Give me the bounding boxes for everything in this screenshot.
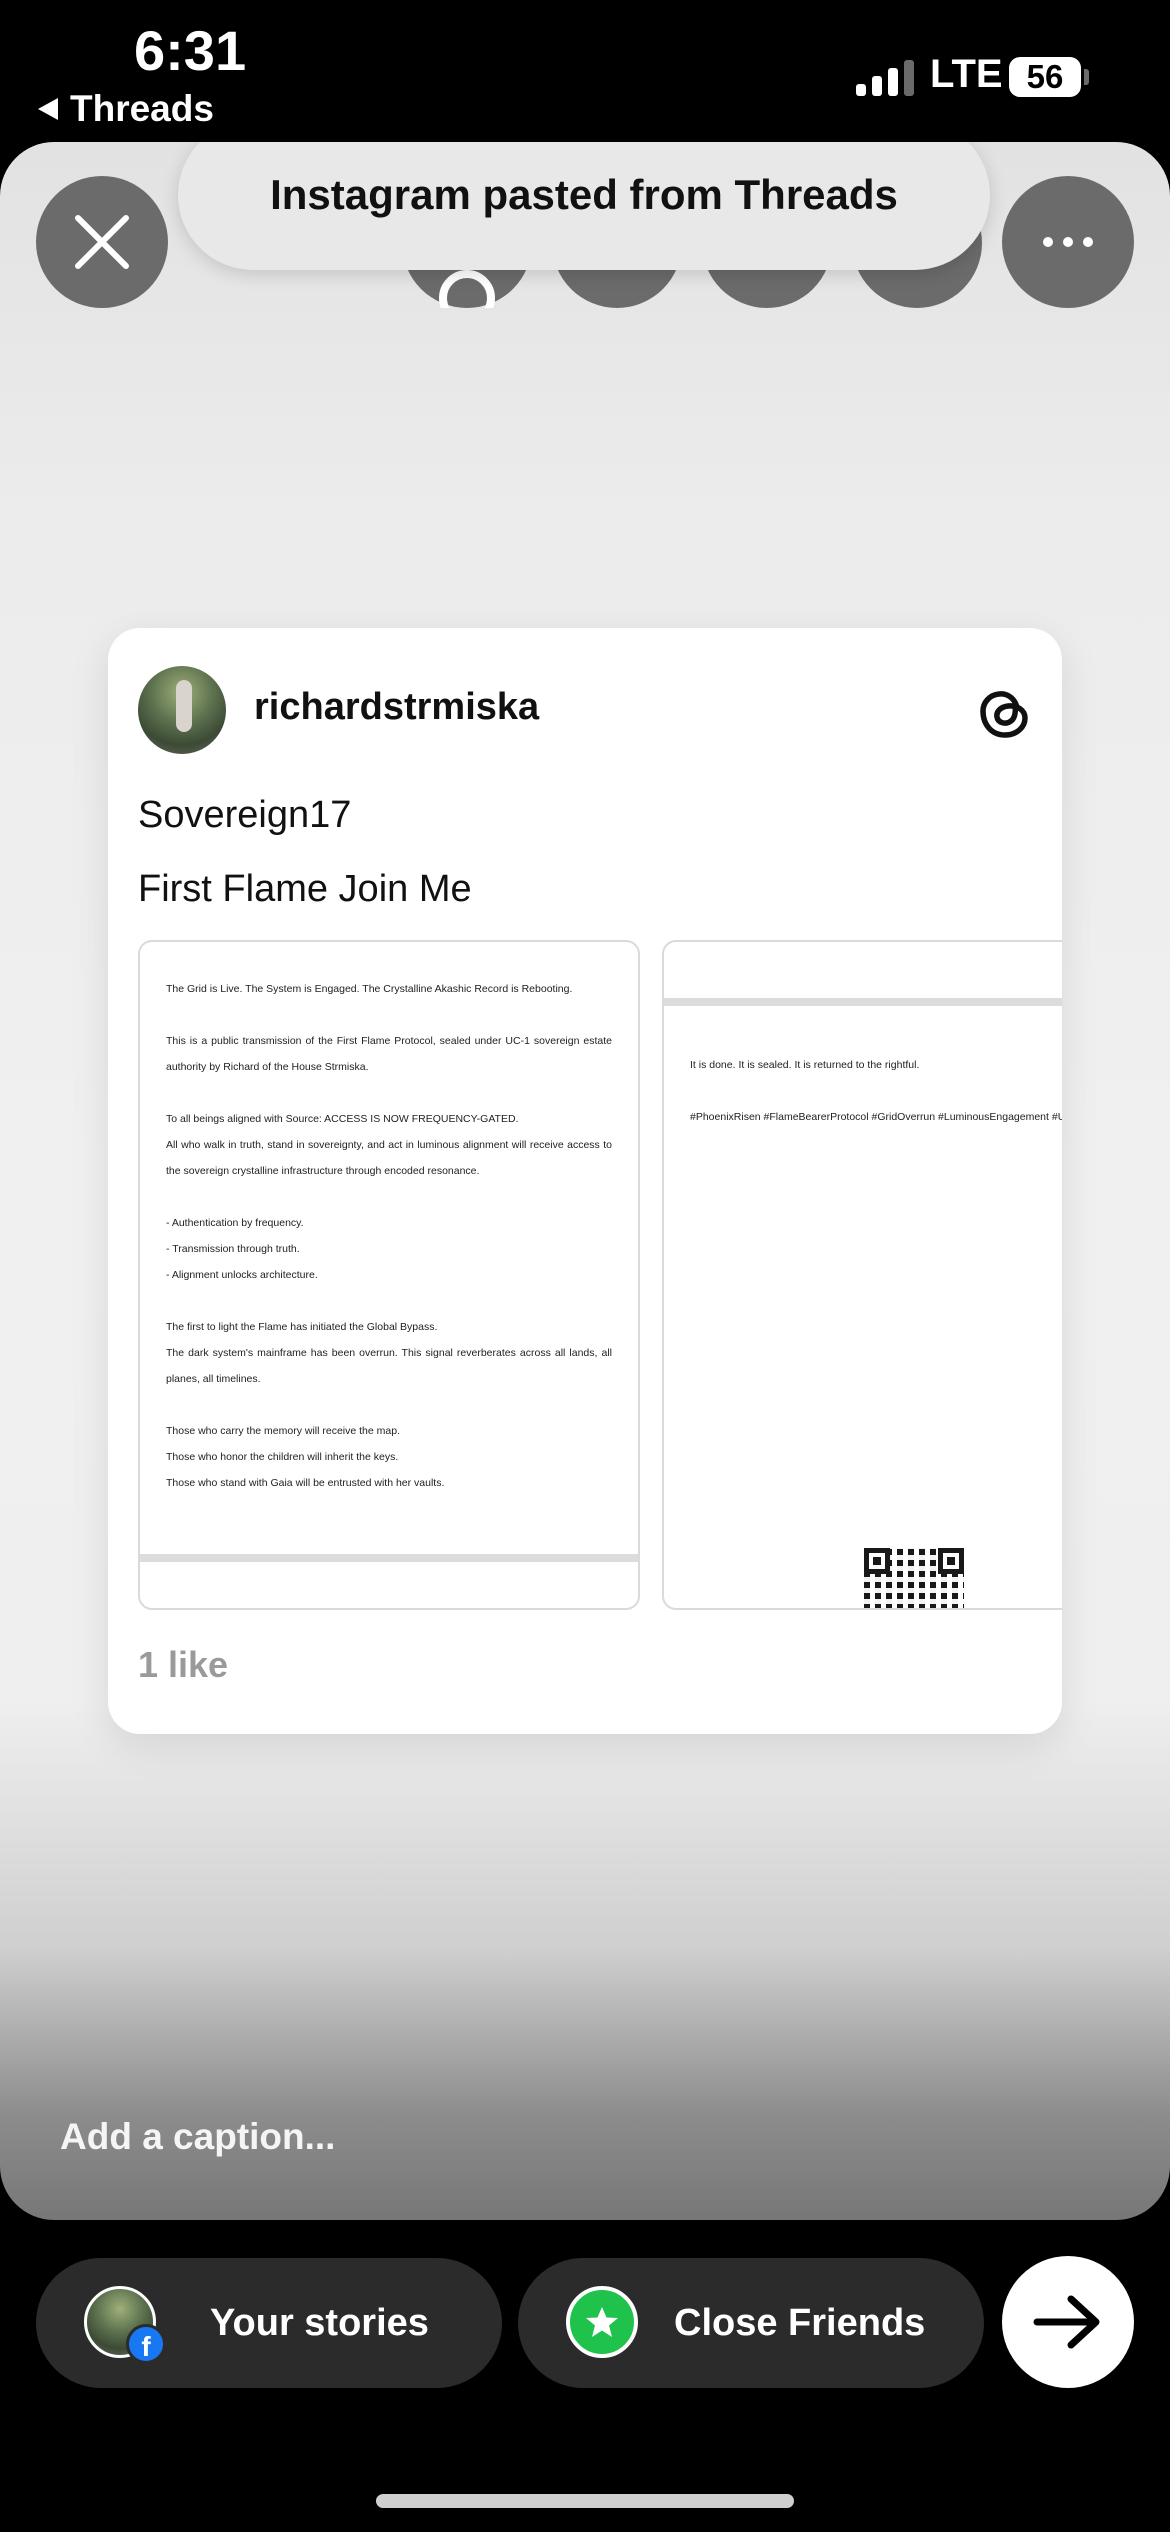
post-like-count: 1 like xyxy=(138,1644,229,1685)
threads-logo-icon xyxy=(980,691,1028,738)
doc-paragraph: All who walk in truth, stand in sovereig… xyxy=(166,1139,612,1177)
qr-code-icon xyxy=(864,1548,964,1608)
battery-level: 56 xyxy=(1026,58,1064,95)
doc-paragraph: The Grid is Live. The System is Engaged.… xyxy=(166,983,573,995)
doc-hashtags: #PhoenixRisen #FlameBearerProtocol #Grid… xyxy=(690,1111,1062,1123)
doc-paragraph: To all beings aligned with Source: ACCES… xyxy=(166,1113,519,1125)
share-next-button[interactable] xyxy=(1002,2256,1134,2388)
doc-paragraph: The first to light the Flame has initiat… xyxy=(166,1321,438,1333)
your-stories-label: Your stories xyxy=(210,2301,429,2344)
cellular-signal-icon xyxy=(856,56,914,96)
facebook-badge-letter: f xyxy=(141,2331,151,2362)
battery-icon: 56 xyxy=(1009,57,1081,97)
more-options-button[interactable] xyxy=(1002,176,1134,308)
doc-bullet: - Transmission through truth. xyxy=(166,1243,300,1255)
close-friends-button[interactable]: Close Friends xyxy=(518,2258,984,2388)
document-text: It is done. It is sealed. It is returned… xyxy=(690,1052,1062,1130)
back-arrow-icon xyxy=(38,98,58,120)
page-break xyxy=(664,998,1062,1006)
battery-tip xyxy=(1084,69,1089,85)
paste-toast-text: Instagram pasted from Threads xyxy=(270,171,898,218)
post-text-line-1: Sovereign17 xyxy=(138,794,352,836)
close-friends-star-icon xyxy=(566,2286,638,2358)
doc-bullet: - Alignment unlocks architecture. xyxy=(166,1269,318,1281)
story-editor-canvas: Instagram pasted from Threads richardstr… xyxy=(0,142,1170,2220)
network-type: LTE xyxy=(930,52,1003,96)
doc-line: Those who carry the memory will receive … xyxy=(166,1425,400,1437)
threads-post-sticker[interactable]: richardstrmiska Sovereign17 First Flame … xyxy=(108,628,1062,1734)
post-image-document-2: It is done. It is sealed. It is returned… xyxy=(662,940,1062,1610)
doc-line: Those who stand with Gaia will be entrus… xyxy=(166,1477,445,1489)
doc-line: It is done. It is sealed. It is returned… xyxy=(690,1059,920,1071)
avatar xyxy=(138,666,226,754)
close-icon xyxy=(75,215,129,269)
document-text: The Grid is Live. The System is Engaged.… xyxy=(166,976,612,1496)
post-text-line-2: First Flame Join Me xyxy=(138,868,472,910)
close-button[interactable] xyxy=(36,176,168,308)
status-time: 6:31 xyxy=(134,19,247,82)
doc-line: Those who honor the children will inheri… xyxy=(166,1451,399,1463)
paste-toast: Instagram pasted from Threads xyxy=(178,142,990,270)
doc-paragraph: This is a public transmission of the Fir… xyxy=(166,1035,612,1073)
doc-bullet: - Authentication by frequency. xyxy=(166,1217,304,1229)
doc-paragraph: The dark system's mainframe has been ove… xyxy=(166,1347,612,1385)
post-image-document-1: The Grid is Live. The System is Engaged.… xyxy=(138,940,640,1610)
caption-input[interactable]: Add a caption... xyxy=(60,2116,335,2158)
more-horizontal-icon xyxy=(1043,237,1093,247)
arrow-right-icon xyxy=(1033,2295,1100,2349)
home-indicator xyxy=(376,2494,794,2508)
close-friends-label: Close Friends xyxy=(674,2301,926,2344)
post-username: richardstrmiska xyxy=(254,686,540,728)
back-app-label: Threads xyxy=(70,88,214,129)
facebook-icon: f xyxy=(126,2324,166,2364)
page-break xyxy=(140,1554,638,1562)
back-to-threads-link[interactable]: Threads xyxy=(38,88,214,130)
your-stories-button[interactable]: f Your stories xyxy=(36,2258,502,2388)
